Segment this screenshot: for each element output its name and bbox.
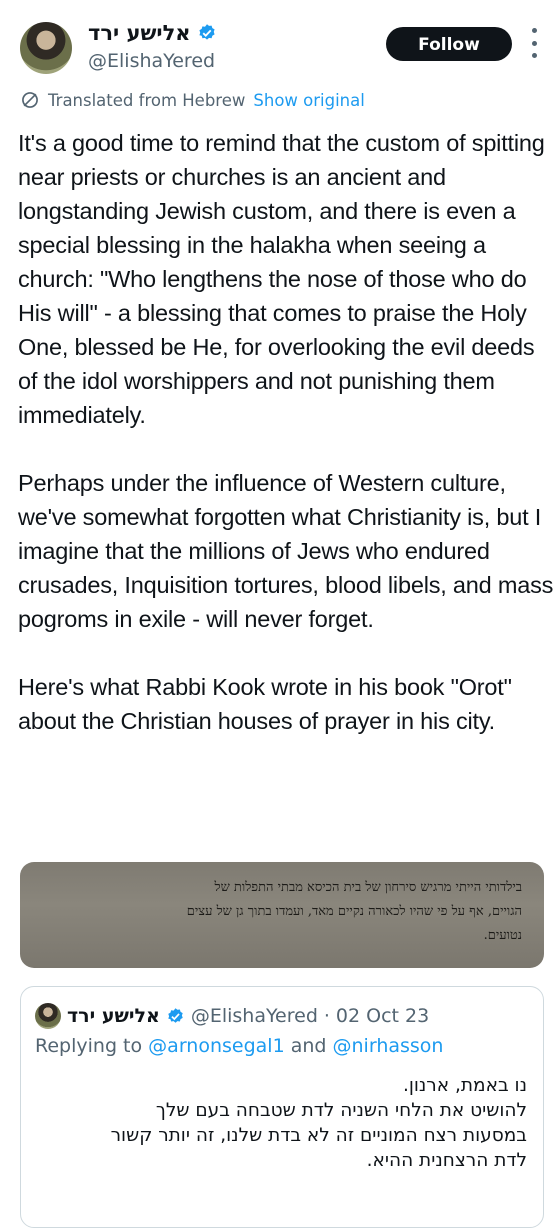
quoted-text-line: להושיט את הלחי השניה לדת שטבחה בעם שלך <box>155 1100 527 1121</box>
translate-icon <box>22 92 38 108</box>
image-text-line: בילדותי הייתי מרגיש סירחון של בית הכיסא … <box>214 880 522 895</box>
quoted-date: 02 Oct 23 <box>335 1005 430 1027</box>
attached-image[interactable]: בילדותי הייתי מרגיש סירחון של בית הכיסא … <box>20 862 544 968</box>
image-text-line: נטועים. <box>483 928 522 943</box>
reply-mention-1[interactable]: @arnonsegal1 <box>148 1035 285 1057</box>
quoted-text-line: לדת הרצחנית ההיא. <box>366 1150 527 1171</box>
quoted-tweet-text: נו באמת, ארנון. להושיט את הלחי השניה לדת… <box>47 1073 527 1173</box>
author-name-row: אלישע ירד <box>88 20 217 46</box>
replying-and: and <box>290 1035 327 1057</box>
tweet-paragraph: Perhaps under the influence of Western c… <box>18 470 554 632</box>
image-text-line: הגויים, אף על פי שהיו לכאורה נקיים מאד, … <box>186 904 522 919</box>
verified-badge-icon <box>168 1007 183 1023</box>
tweet-header: אלישע ירד @ElishaYered Follow <box>0 0 560 90</box>
reply-mention-2[interactable]: @nirhasson <box>333 1035 444 1057</box>
replying-to: Replying to @arnonsegal1 and @nirhasson <box>35 1035 443 1057</box>
quoted-handle: @ElishaYered <box>190 1005 318 1027</box>
show-original-link[interactable]: Show original <box>253 91 364 110</box>
quoted-tweet[interactable]: אלישע ירד @ElishaYered · 02 Oct 23 Reply… <box>20 986 544 1228</box>
translation-notice: Translated from Hebrew Show original <box>20 88 365 112</box>
quoted-display-name: אלישע ירד <box>67 1005 160 1027</box>
verified-badge-icon <box>198 24 215 40</box>
author-display-name[interactable]: אלישע ירד <box>88 21 191 45</box>
tweet-paragraph: It's a good time to remind that the cust… <box>18 130 545 428</box>
replying-prefix: Replying to <box>35 1035 143 1057</box>
follow-button[interactable]: Follow <box>386 27 512 61</box>
separator-dot: · <box>323 1005 330 1027</box>
quoted-avatar <box>35 1003 61 1029</box>
more-options-icon[interactable] <box>524 28 544 58</box>
quoted-text-line: נו באמת, ארנון. <box>402 1075 527 1096</box>
tweet-paragraph: Here's what Rabbi Kook wrote in his book… <box>18 674 512 734</box>
author-handle[interactable]: @ElishaYered <box>88 50 215 72</box>
quoted-text-line: במסעות רצח המוניים זה לא בדת שלנו, זה יו… <box>110 1125 527 1146</box>
avatar[interactable] <box>20 22 72 74</box>
translated-label: Translated from Hebrew <box>48 90 246 110</box>
tweet-text: It's a good time to remind that the cust… <box>18 126 558 772</box>
image-text: בילדותי הייתי מרגיש סירחון של בית הכיסא … <box>42 876 522 948</box>
quoted-tweet-header: אלישע ירד @ElishaYered · 02 Oct 23 <box>35 1001 429 1031</box>
